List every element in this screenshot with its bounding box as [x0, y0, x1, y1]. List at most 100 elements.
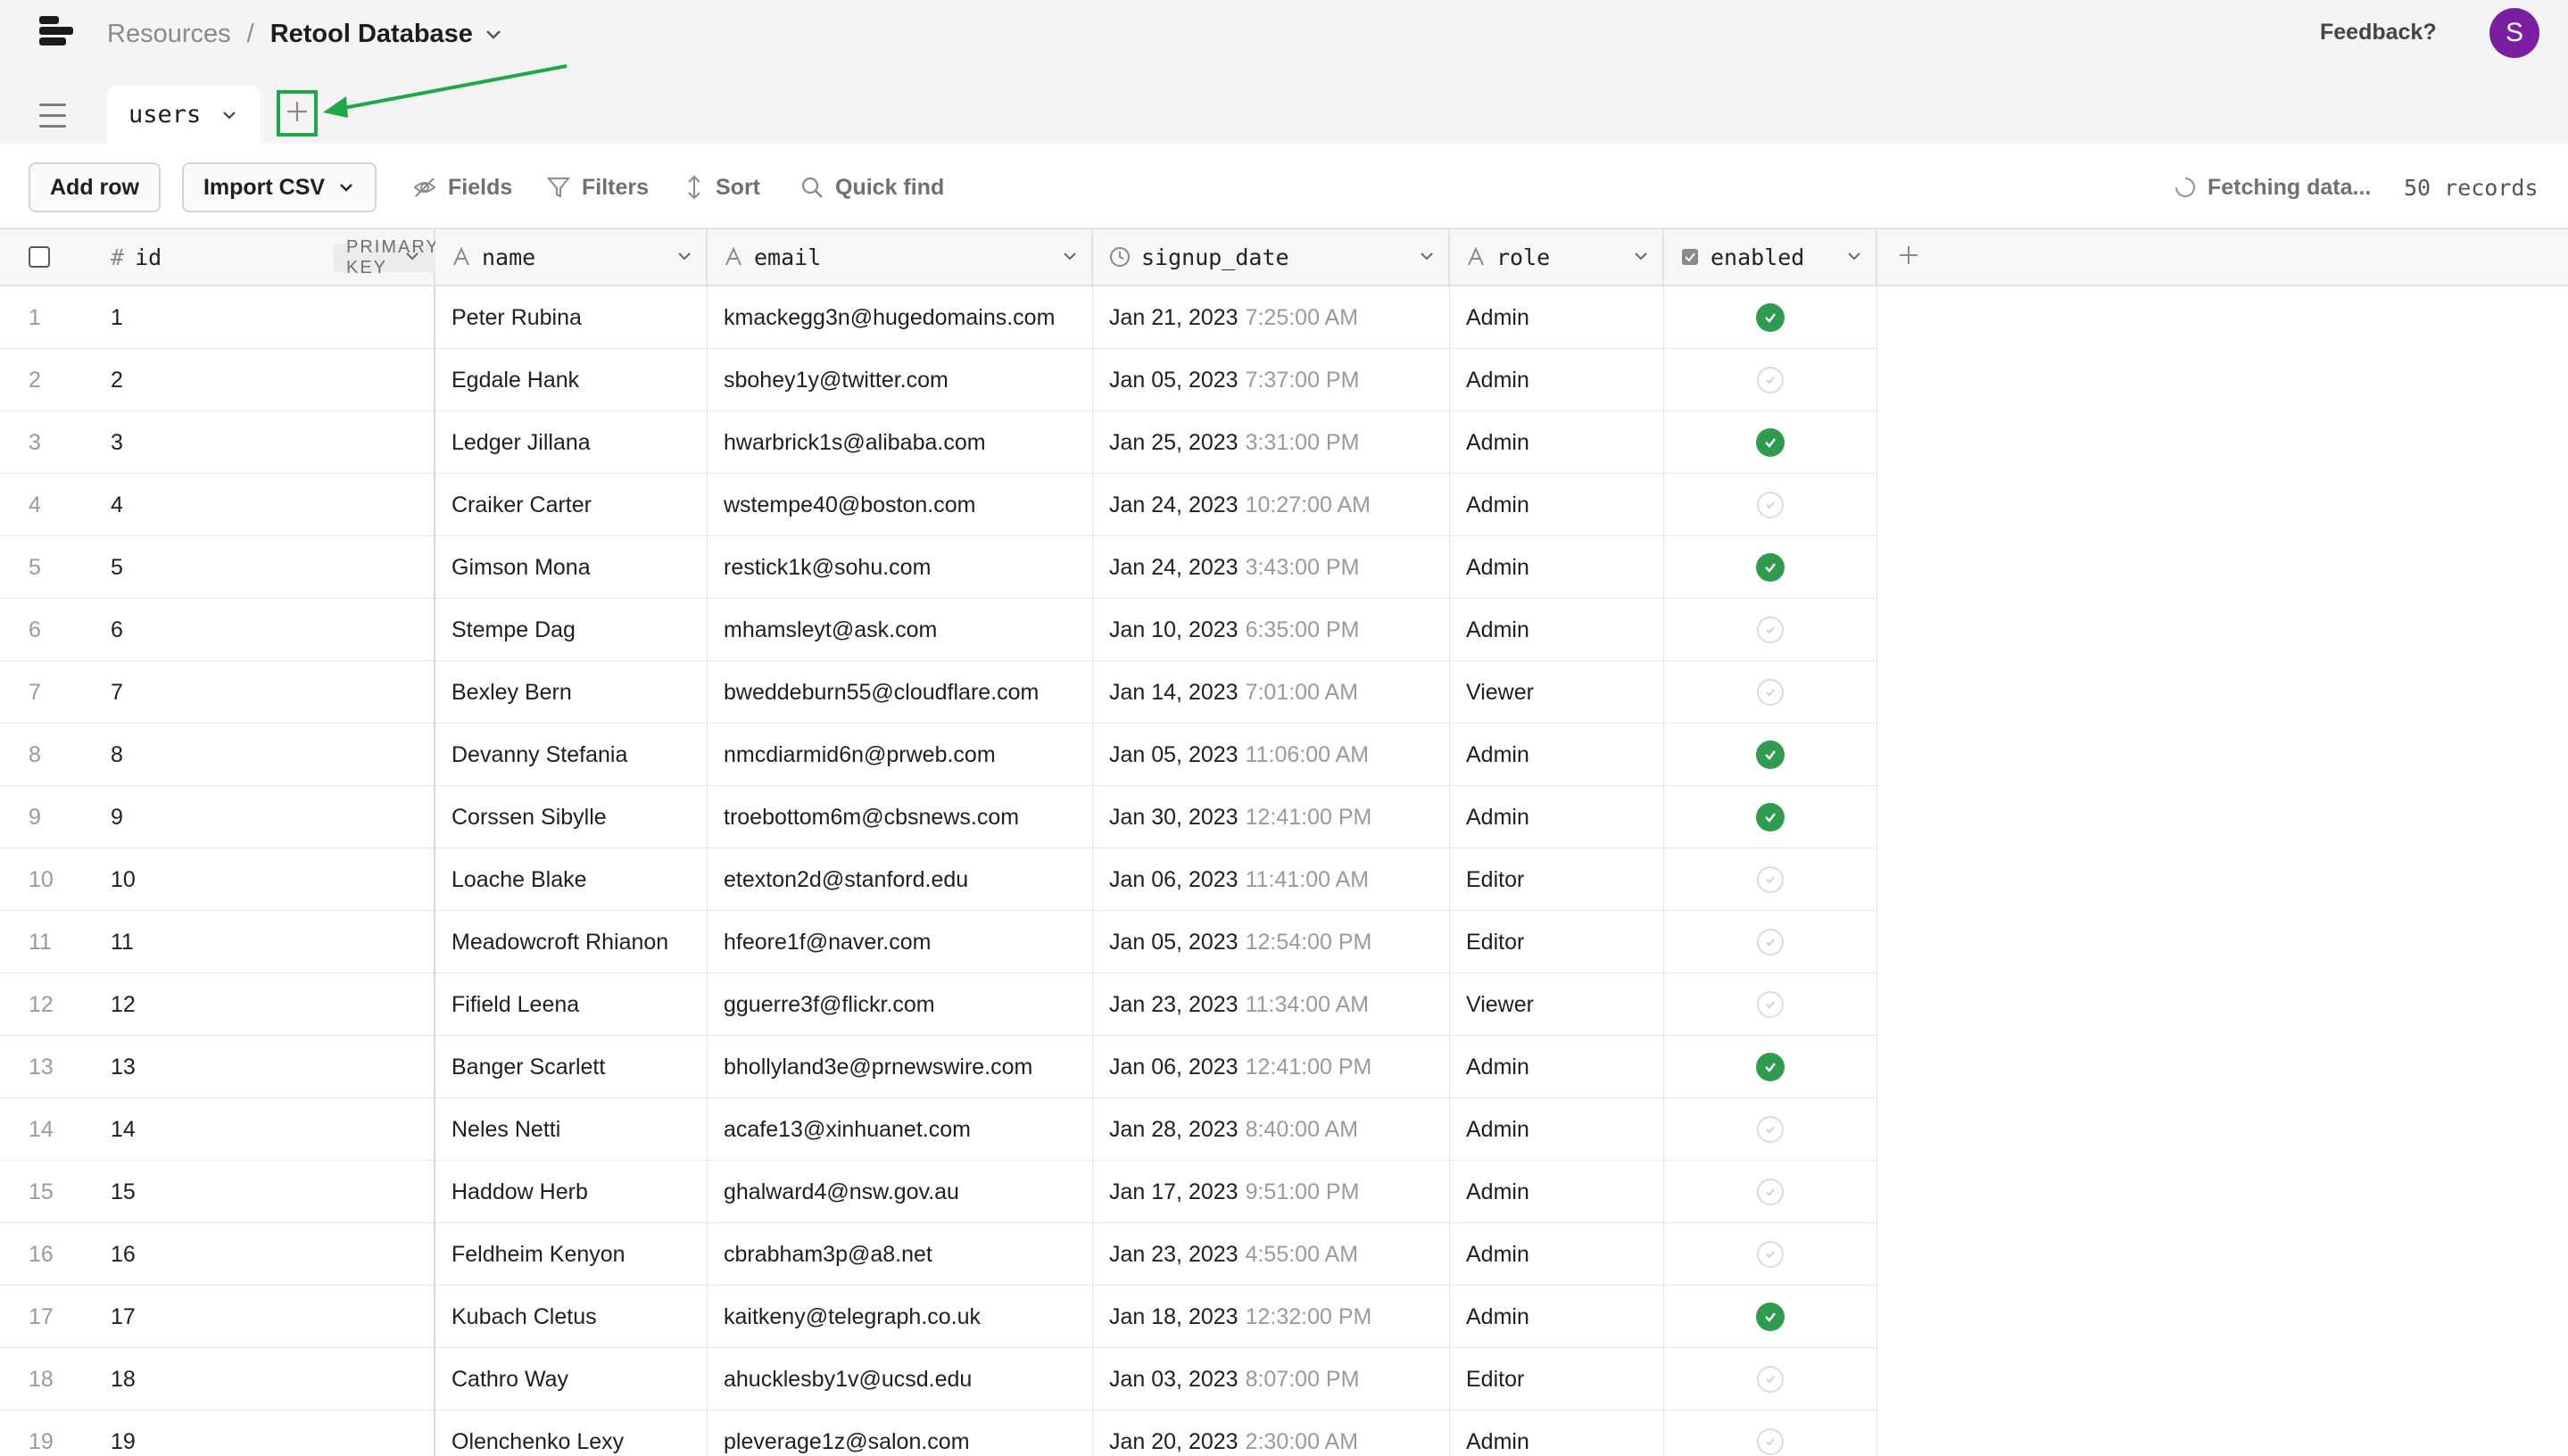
cell-email[interactable]: gguerre3f@flickr.com	[708, 973, 1093, 1036]
cell-name[interactable]: Fifield Leena	[435, 973, 708, 1036]
cell-signup-date[interactable]: Jan 06, 2023 11:41:00 AM	[1093, 848, 1450, 911]
breadcrumb-resources-link[interactable]: Resources	[107, 20, 231, 49]
table-row[interactable]: 3 3 Ledger Jillana hwarbrick1s@alibaba.c…	[0, 411, 1877, 474]
column-header-id[interactable]: # id PRIMARY KEY	[98, 229, 452, 286]
cell-name[interactable]: Banger Scarlett	[435, 1036, 708, 1098]
cell-name[interactable]: Meadowcroft Rhianon	[435, 911, 708, 973]
table-row[interactable]: 14 14 Neles Netti acafe13@xinhuanet.com …	[0, 1098, 1877, 1161]
cell-email[interactable]: kmackegg3n@hugedomains.com	[708, 286, 1093, 349]
cell-email[interactable]: troebottom6m@cbsnews.com	[708, 786, 1093, 848]
cell-role[interactable]: Admin	[1450, 599, 1664, 661]
column-header-enabled[interactable]: enabled	[1664, 229, 1877, 286]
cell-role[interactable]: Admin	[1450, 349, 1664, 411]
table-row[interactable]: 17 17 Kubach Cletus kaitkeny@telegraph.c…	[0, 1286, 1877, 1348]
cell-name[interactable]: Stempe Dag	[435, 599, 708, 661]
cell-enabled[interactable]	[1664, 848, 1877, 911]
cell-email[interactable]: sbohey1y@twitter.com	[708, 349, 1093, 411]
cell-enabled[interactable]	[1664, 1223, 1877, 1286]
cell-name[interactable]: Devanny Stefania	[435, 724, 708, 786]
cell-enabled[interactable]	[1664, 474, 1877, 536]
avatar[interactable]: S	[2489, 8, 2539, 58]
cell-signup-date[interactable]: Jan 30, 2023 12:41:00 PM	[1093, 786, 1450, 848]
table-row[interactable]: 12 12 Fifield Leena gguerre3f@flickr.com…	[0, 973, 1877, 1036]
cell-signup-date[interactable]: Jan 24, 2023 3:43:00 PM	[1093, 536, 1450, 599]
cell-enabled[interactable]	[1664, 1348, 1877, 1410]
import-csv-button[interactable]: Import CSV	[182, 162, 377, 212]
cell-email[interactable]: bweddeburn55@cloudflare.com	[708, 661, 1093, 724]
cell-name[interactable]: Cathro Way	[435, 1348, 708, 1410]
cell-role[interactable]: Admin	[1450, 786, 1664, 848]
cell-signup-date[interactable]: Jan 28, 2023 8:40:00 AM	[1093, 1098, 1450, 1161]
table-row[interactable]: 13 13 Banger Scarlett bhollyland3e@prnew…	[0, 1036, 1877, 1098]
cell-email[interactable]: hwarbrick1s@alibaba.com	[708, 411, 1093, 474]
cell-signup-date[interactable]: Jan 25, 2023 3:31:00 PM	[1093, 411, 1450, 474]
cell-name[interactable]: Craiker Carter	[435, 474, 708, 536]
table-row[interactable]: 2 2 Egdale Hank sbohey1y@twitter.com Jan…	[0, 349, 1877, 411]
cell-email[interactable]: ghalward4@nsw.gov.au	[708, 1161, 1093, 1223]
cell-role[interactable]: Viewer	[1450, 661, 1664, 724]
cell-id[interactable]: 4	[98, 474, 435, 536]
table-row[interactable]: 19 19 Olenchenko Lexy pleverage1z@salon.…	[0, 1410, 1877, 1456]
chevron-down-icon[interactable]	[484, 24, 503, 44]
cell-role[interactable]: Editor	[1450, 1348, 1664, 1410]
column-header-role[interactable]: role	[1450, 229, 1664, 286]
select-all-checkbox[interactable]	[29, 246, 50, 268]
cell-email[interactable]: kaitkeny@telegraph.co.uk	[708, 1286, 1093, 1348]
cell-email[interactable]: hfeore1f@naver.com	[708, 911, 1093, 973]
table-row[interactable]: 16 16 Feldheim Kenyon cbrabham3p@a8.net …	[0, 1223, 1877, 1286]
chevron-down-icon[interactable]	[1845, 247, 1863, 265]
cell-role[interactable]: Admin	[1450, 411, 1664, 474]
cell-id[interactable]: 3	[98, 411, 435, 474]
cell-role[interactable]: Admin	[1450, 1098, 1664, 1161]
table-row[interactable]: 15 15 Haddow Herb ghalward4@nsw.gov.au J…	[0, 1161, 1877, 1223]
filters-button[interactable]: Filters	[546, 169, 649, 206]
cell-role[interactable]: Admin	[1450, 1223, 1664, 1286]
cell-enabled[interactable]	[1664, 1286, 1877, 1348]
retool-logo-icon[interactable]	[36, 16, 73, 48]
cell-role[interactable]: Admin	[1450, 1286, 1664, 1348]
table-row[interactable]: 8 8 Devanny Stefania nmcdiarmid6n@prweb.…	[0, 724, 1877, 786]
cell-name[interactable]: Olenchenko Lexy	[435, 1410, 708, 1456]
cell-name[interactable]: Corssen Sibylle	[435, 786, 708, 848]
cell-signup-date[interactable]: Jan 17, 2023 9:51:00 PM	[1093, 1161, 1450, 1223]
chevron-down-icon[interactable]	[403, 247, 421, 265]
cell-id[interactable]: 5	[98, 536, 435, 599]
table-row[interactable]: 6 6 Stempe Dag mhamsleyt@ask.com Jan 10,…	[0, 599, 1877, 661]
cell-enabled[interactable]	[1664, 661, 1877, 724]
cell-id[interactable]: 18	[98, 1348, 435, 1410]
table-row[interactable]: 4 4 Craiker Carter wstempe40@boston.com …	[0, 474, 1877, 536]
table-row[interactable]: 9 9 Corssen Sibylle troebottom6m@cbsnews…	[0, 786, 1877, 848]
cell-id[interactable]: 7	[98, 661, 435, 724]
cell-role[interactable]: Admin	[1450, 536, 1664, 599]
cell-signup-date[interactable]: Jan 20, 2023 2:30:00 AM	[1093, 1410, 1450, 1456]
cell-signup-date[interactable]: Jan 23, 2023 4:55:00 AM	[1093, 1223, 1450, 1286]
cell-role[interactable]: Admin	[1450, 1161, 1664, 1223]
cell-id[interactable]: 8	[98, 724, 435, 786]
cell-name[interactable]: Bexley Bern	[435, 661, 708, 724]
table-row[interactable]: 18 18 Cathro Way ahucklesby1v@ucsd.edu J…	[0, 1348, 1877, 1410]
hamburger-menu-icon[interactable]	[39, 103, 66, 128]
table-row[interactable]: 5 5 Gimson Mona restick1k@sohu.com Jan 2…	[0, 536, 1877, 599]
quick-find-button[interactable]: Quick find	[799, 169, 944, 206]
fields-button[interactable]: Fields	[412, 169, 512, 206]
cell-enabled[interactable]	[1664, 1410, 1877, 1456]
cell-role[interactable]: Admin	[1450, 1410, 1664, 1456]
cell-id[interactable]: 19	[98, 1410, 435, 1456]
cell-role[interactable]: Admin	[1450, 724, 1664, 786]
cell-id[interactable]: 12	[98, 973, 435, 1036]
chevron-down-icon[interactable]	[1632, 247, 1650, 265]
cell-enabled[interactable]	[1664, 1036, 1877, 1098]
tab-users[interactable]: users	[107, 86, 261, 144]
cell-enabled[interactable]	[1664, 1161, 1877, 1223]
cell-id[interactable]: 2	[98, 349, 435, 411]
cell-id[interactable]: 15	[98, 1161, 435, 1223]
cell-enabled[interactable]	[1664, 599, 1877, 661]
cell-email[interactable]: ahucklesby1v@ucsd.edu	[708, 1348, 1093, 1410]
cell-signup-date[interactable]: Jan 23, 2023 11:34:00 AM	[1093, 973, 1450, 1036]
cell-name[interactable]: Peter Rubina	[435, 286, 708, 349]
cell-email[interactable]: etexton2d@stanford.edu	[708, 848, 1093, 911]
cell-enabled[interactable]	[1664, 286, 1877, 349]
cell-name[interactable]: Haddow Herb	[435, 1161, 708, 1223]
cell-email[interactable]: restick1k@sohu.com	[708, 536, 1093, 599]
cell-signup-date[interactable]: Jan 05, 2023 11:06:00 AM	[1093, 724, 1450, 786]
